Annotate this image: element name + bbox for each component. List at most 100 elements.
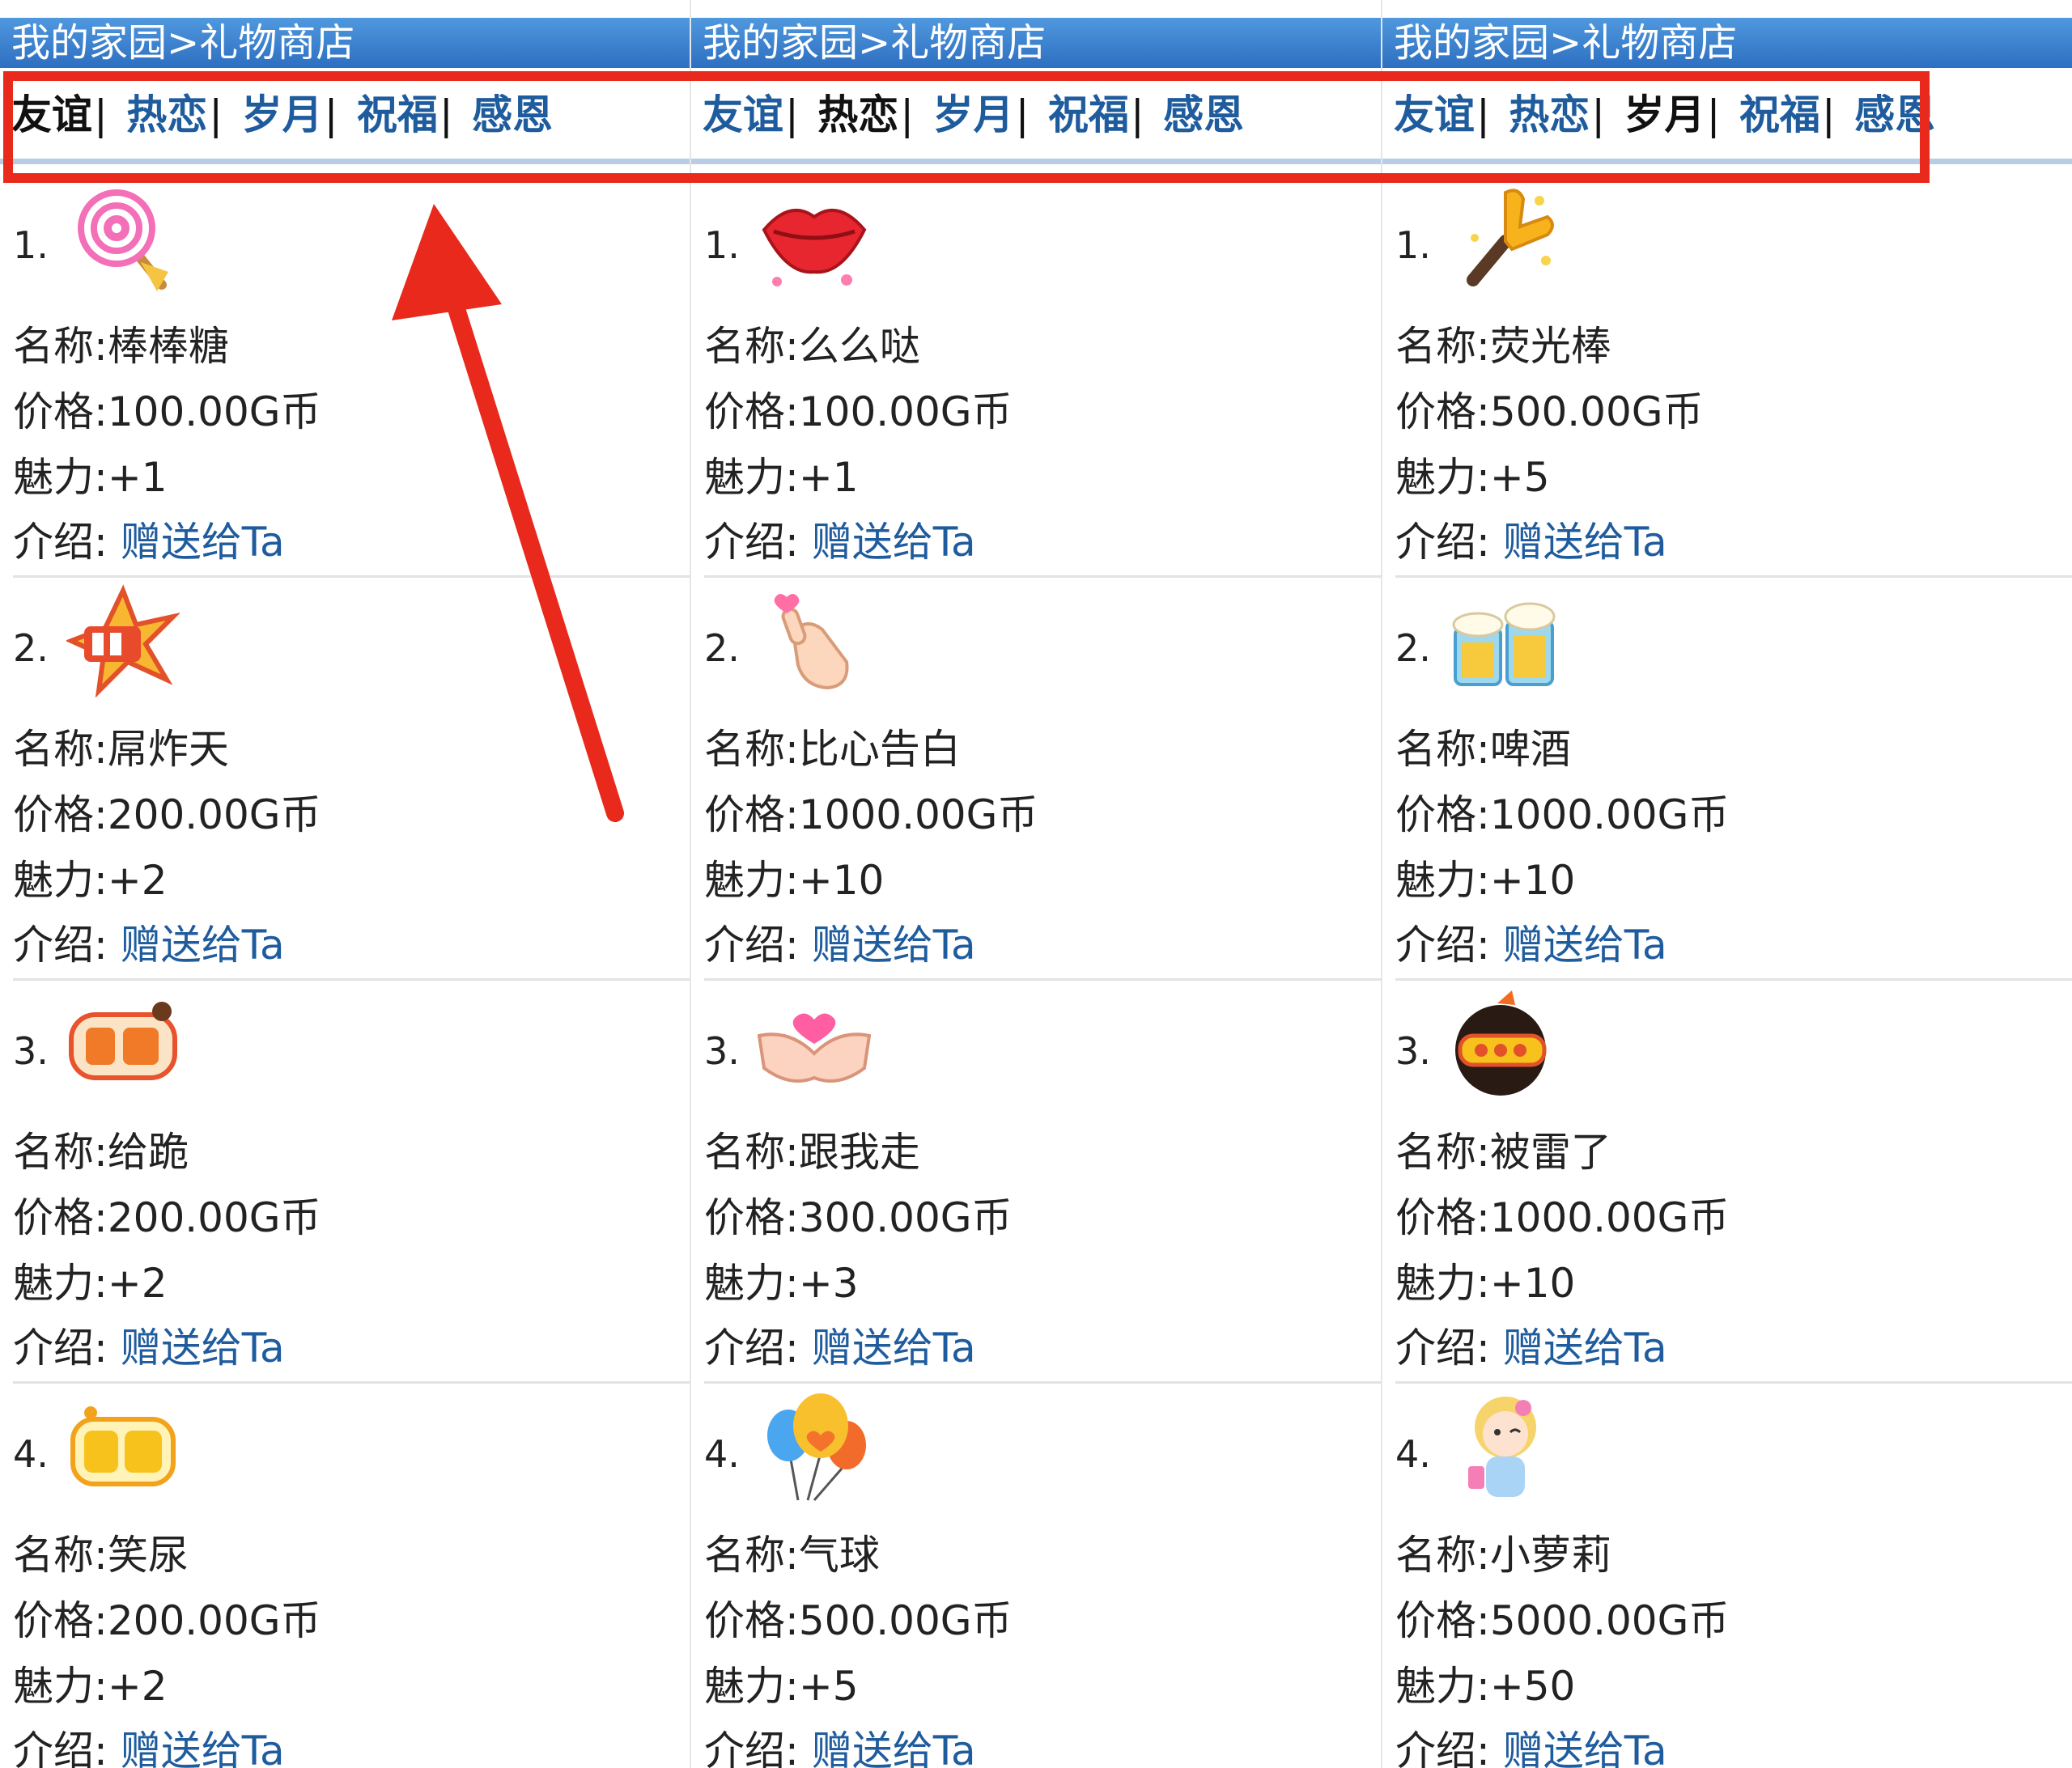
tab-separator: | [1821, 91, 1836, 138]
gift-price: 价格:1000.00G币 [1395, 791, 1730, 838]
tab-separator: | [900, 91, 915, 138]
tab-friendship[interactable]: 友谊 [703, 91, 783, 138]
lollipop-gift-icon [78, 189, 168, 291]
tab-blessing[interactable]: 祝福 [1739, 91, 1820, 138]
send-gift-link[interactable]: 赠送给Ta [1503, 519, 1667, 566]
screenshot-panel-2: 我的家园>礼物商店 友谊| 热恋| 岁月| 祝福| 感恩 1. 名称:么么哒 价… [691, 0, 1381, 1768]
intro-label: 介绍: [1395, 1728, 1503, 1768]
intro-label: 介绍: [13, 1325, 121, 1372]
gift-charm: 魅力:+1 [704, 454, 859, 501]
tab-separator: | [1476, 91, 1490, 138]
tab-friendship[interactable]: 友谊 [11, 91, 92, 138]
gift-list: 1. 名称:荧光棒 价格:500.00G币 魅力:+5 介绍: 赠送给Ta 2. [1382, 175, 2072, 1768]
tab-romance[interactable]: 热恋 [1509, 91, 1590, 138]
gift-charm: 魅力:+50 [1395, 1663, 1576, 1710]
gift-item: 1. 名称:荧光棒 价格:500.00G币 魅力:+5 介绍: 赠送给Ta [1382, 175, 2072, 578]
gift-item: 4. 名称:小萝莉 价格:5000.00G币 魅力:+50 介绍: 赠送给Ta [1382, 1384, 2072, 1768]
send-gift-link[interactable]: 赠送给Ta [121, 1325, 285, 1372]
item-number: 1. [1395, 223, 1431, 267]
gift-name: 名称:屌炸天 [13, 726, 229, 773]
item-number: 2. [704, 626, 740, 670]
arrow-annotation [392, 204, 624, 822]
lips-kiss-icon [762, 209, 867, 286]
intro-label: 介绍: [13, 519, 121, 566]
item-number: 2. [1395, 626, 1431, 670]
send-gift-link[interactable]: 赠送给Ta [812, 922, 976, 969]
top-strip [691, 0, 1381, 18]
gift-charm: 魅力:+2 [13, 857, 168, 904]
item-number: 1. [704, 223, 740, 267]
tab-blessing[interactable]: 祝福 [357, 91, 438, 138]
category-tabs: 友谊| 热恋| 岁月| 祝福| 感恩 [0, 68, 690, 162]
send-gift-link[interactable]: 赠送给Ta [812, 519, 976, 566]
send-gift-link[interactable]: 赠送给Ta [812, 1325, 976, 1372]
item-number: 3. [13, 1029, 49, 1073]
gift-charm: 魅力:+1 [13, 454, 168, 501]
gift-intro: 介绍: 赠送给Ta [1395, 1719, 1667, 1768]
tab-gratitude[interactable]: 感恩 [1163, 91, 1244, 138]
gift-name: 名称:比心告白 [704, 726, 961, 773]
gift-price: 价格:100.00G币 [13, 388, 321, 435]
gift-name: 名称:给跪 [13, 1129, 189, 1176]
gift-charm: 魅力:+3 [704, 1260, 859, 1307]
top-strip [0, 0, 690, 18]
item-number: 2. [13, 626, 49, 670]
tab-gratitude[interactable]: 感恩 [1854, 91, 1935, 138]
send-gift-link[interactable]: 赠送给Ta [1503, 922, 1667, 969]
page-title-bar: 我的家园>礼物商店 [1382, 18, 2072, 68]
tab-romance[interactable]: 热恋 [126, 91, 207, 138]
tab-separator: | [1015, 91, 1030, 138]
tab-separator: | [324, 91, 338, 138]
gift-name: 名称:被雷了 [1395, 1129, 1611, 1176]
tab-years[interactable]: 岁月 [1624, 91, 1705, 138]
gift-price: 价格:1000.00G币 [1395, 1194, 1730, 1241]
item-number: 3. [704, 1029, 740, 1073]
item-number: 4. [704, 1432, 740, 1476]
gift-name: 名称:啤酒 [1395, 726, 1571, 773]
send-gift-link[interactable]: 赠送给Ta [121, 1728, 285, 1768]
holding-hands-icon [758, 1013, 871, 1083]
intro-label: 介绍: [704, 519, 812, 566]
send-gift-link[interactable]: 赠送给Ta [121, 922, 285, 969]
send-gift-link[interactable]: 赠送给Ta [1503, 1325, 1667, 1372]
boom-bomb-icon [1455, 990, 1547, 1096]
gift-intro: 介绍: 赠送给Ta [1395, 913, 1667, 971]
top-strip [1382, 0, 2072, 18]
gift-intro: 介绍: 赠送给Ta [1395, 510, 1667, 568]
page-title-bar: 我的家园>礼物商店 [0, 18, 690, 68]
gift-name: 名称:荧光棒 [1395, 323, 1611, 370]
intro-label: 介绍: [1395, 519, 1503, 566]
tab-years[interactable]: 岁月 [242, 91, 323, 138]
little-girl-icon [1468, 1397, 1536, 1497]
tab-separator: | [209, 91, 223, 138]
tab-blessing[interactable]: 祝福 [1048, 91, 1129, 138]
tab-romance[interactable]: 热恋 [817, 91, 898, 138]
send-gift-link[interactable]: 赠送给Ta [812, 1728, 976, 1768]
gift-intro: 介绍: 赠送给Ta [13, 913, 285, 971]
intro-label: 介绍: [1395, 922, 1503, 969]
item-number: 3. [1395, 1029, 1431, 1073]
item-number: 1. [13, 223, 49, 267]
category-tabs: 友谊| 热恋| 岁月| 祝福| 感恩 [1382, 68, 2072, 162]
category-tabs: 友谊| 热恋| 岁月| 祝福| 感恩 [691, 68, 1381, 162]
send-gift-link[interactable]: 赠送给Ta [121, 519, 285, 566]
gift-charm: 魅力:+10 [704, 857, 885, 904]
intro-label: 介绍: [704, 1728, 812, 1768]
gift-name: 名称:笑尿 [13, 1532, 189, 1579]
gift-name: 名称:气球 [704, 1532, 880, 1579]
gift-charm: 魅力:+5 [1395, 454, 1550, 501]
gift-price: 价格:5000.00G币 [1395, 1597, 1730, 1644]
item-number: 4. [1395, 1432, 1431, 1476]
gift-intro: 介绍: 赠送给Ta [1395, 1316, 1667, 1374]
gift-item: 4. 名称:气球 价格:500.00G币 魅力:+5 介绍: 赠送给Ta [691, 1384, 1381, 1768]
gift-item: 4. 名称:笑尿 价格:200.00G币 魅力:+2 介绍: 赠送给Ta [0, 1384, 690, 1768]
send-gift-link[interactable]: 赠送给Ta [1503, 1728, 1667, 1768]
tab-gratitude[interactable]: 感恩 [472, 91, 553, 138]
balloons-icon [767, 1393, 866, 1501]
gift-name: 名称:么么哒 [704, 323, 920, 370]
tab-friendship[interactable]: 友谊 [1394, 91, 1475, 138]
tab-years[interactable]: 岁月 [933, 91, 1014, 138]
gift-price: 价格:1000.00G币 [704, 791, 1038, 838]
intro-label: 介绍: [13, 922, 121, 969]
intro-label: 介绍: [704, 922, 812, 969]
